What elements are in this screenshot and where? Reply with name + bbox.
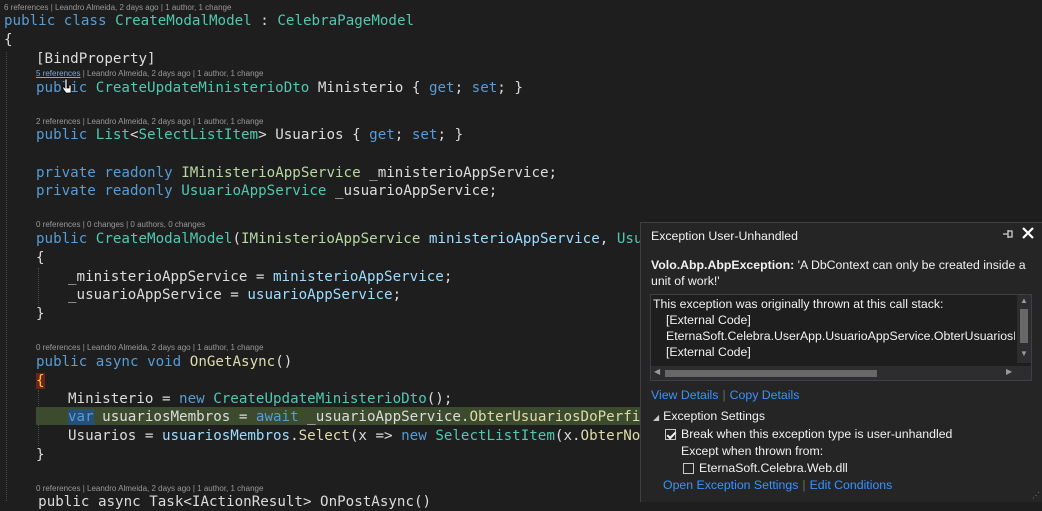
code-line-ctor-open: { [36,250,45,266]
mouse-cursor-icon [62,78,72,94]
code-line-ctor: public CreateModalModel(IMinisterioAppSe… [36,231,668,247]
call-stack-box[interactable]: This exception was originally thrown at … [650,294,1032,381]
indent-guide [6,52,7,501]
edit-conditions-link[interactable]: Edit Conditions [810,478,893,492]
pin-icon[interactable] [1001,227,1015,241]
code-line-prop-ministerio: public CreateUpdateMinisterioDto Ministe… [36,80,523,96]
exception-title: Exception User-Unhandled [651,229,798,243]
except-when-label: Except when thrown from: [681,444,824,458]
scroll-up-icon[interactable]: ▲ [1019,296,1029,305]
code-line-assign-usuario: _usuarioAppService = usuarioAppService; [68,287,402,303]
exception-message: Volo.Abp.AbpException: 'A DbContext can … [651,257,1031,289]
module-exception-row[interactable]: EternaSoft.Celebra.Web.dll [683,461,848,475]
scroll-down-icon[interactable]: ▼ [1019,349,1029,358]
module-checkbox[interactable] [683,463,694,474]
code-line-class-decl: public class CreateModalModel : CelebraP… [4,13,415,29]
code-line-ongetasync-open: { [36,373,45,389]
code-line-onpostasync: public async Task<IActionResult> OnPostA… [4,494,432,510]
exception-helper-panel: Exception User-Unhandled Volo.Abp.AbpExc… [640,222,1042,502]
codelens-ctor[interactable]: 0 references | 0 changes | 0 authors, 0 … [36,220,205,230]
call-stack-frame[interactable]: EternaSoft.Celebra.UserApp.UsuarioAppSer… [666,329,1015,343]
call-stack-frame[interactable]: [External Code] [666,345,751,359]
code-line-select-usuarios: Usuarios = usuariosMembros.Select(x => n… [68,428,666,444]
call-stack-heading: This exception was originally thrown at … [653,297,944,311]
code-line-open-brace: { [4,32,13,48]
scroll-left-icon[interactable]: ◀ [654,367,660,376]
view-details-link[interactable]: View Details [651,388,718,402]
code-line-field-ministerio: private readonly IMinisterioAppService _… [36,165,558,181]
scrollbar-corner [1017,366,1031,380]
copy-details-link[interactable]: Copy Details [730,388,800,402]
code-line-assign-ministerio: _ministerioAppService = ministerioAppSer… [68,269,453,285]
code-line-ctor-close: } [36,306,45,322]
scrollbar-thumb[interactable] [1020,309,1028,343]
scrollbar-thumb[interactable] [665,370,877,377]
settings-links: Open Exception Settings | Edit Conditions [663,478,893,492]
exception-type: Volo.Abp.AbpException: [651,258,795,272]
indent-guide [38,268,39,308]
code-line-ongetasync-close: } [36,447,45,463]
horizontal-scrollbar[interactable]: ◀ ▶ [651,366,1017,380]
vertical-scrollbar[interactable]: ▲ ▼ [1017,295,1031,363]
references-link[interactable]: 5 references [36,69,80,78]
close-icon[interactable] [1020,224,1038,242]
code-line-new-ministerio: Ministerio = new CreateUpdateMinisterioD… [68,391,453,407]
details-links: View Details | Copy Details [651,388,800,402]
codelens-ongetasync[interactable]: 0 references | Leandro Almeida, 2 days a… [36,343,263,353]
code-line-bind-attribute: [BindProperty] [36,51,156,67]
resize-grip-icon[interactable]: ⋰ [1032,491,1041,500]
code-line-await-usuarios: var usuariosMembros = await _usuarioAppS… [68,409,666,425]
open-exception-settings-link[interactable]: Open Exception Settings [663,478,798,492]
exception-settings-header[interactable]: ◢ Exception Settings [653,409,765,423]
code-line-prop-usuarios: public List<SelectListItem> Usuarios { g… [36,127,464,143]
call-stack-frame[interactable]: [External Code] [666,313,751,327]
code-line-ongetasync: public async void OnGetAsync() [36,354,293,370]
scroll-right-icon[interactable]: ▶ [1006,367,1012,376]
break-when-unhandled-row[interactable]: Break when this exception type is user-u… [665,427,952,441]
break-checkbox[interactable] [665,429,676,440]
expand-triangle-icon[interactable]: ◢ [653,413,659,422]
code-line-field-usuario: private readonly UsuarioAppService _usua… [36,183,498,199]
